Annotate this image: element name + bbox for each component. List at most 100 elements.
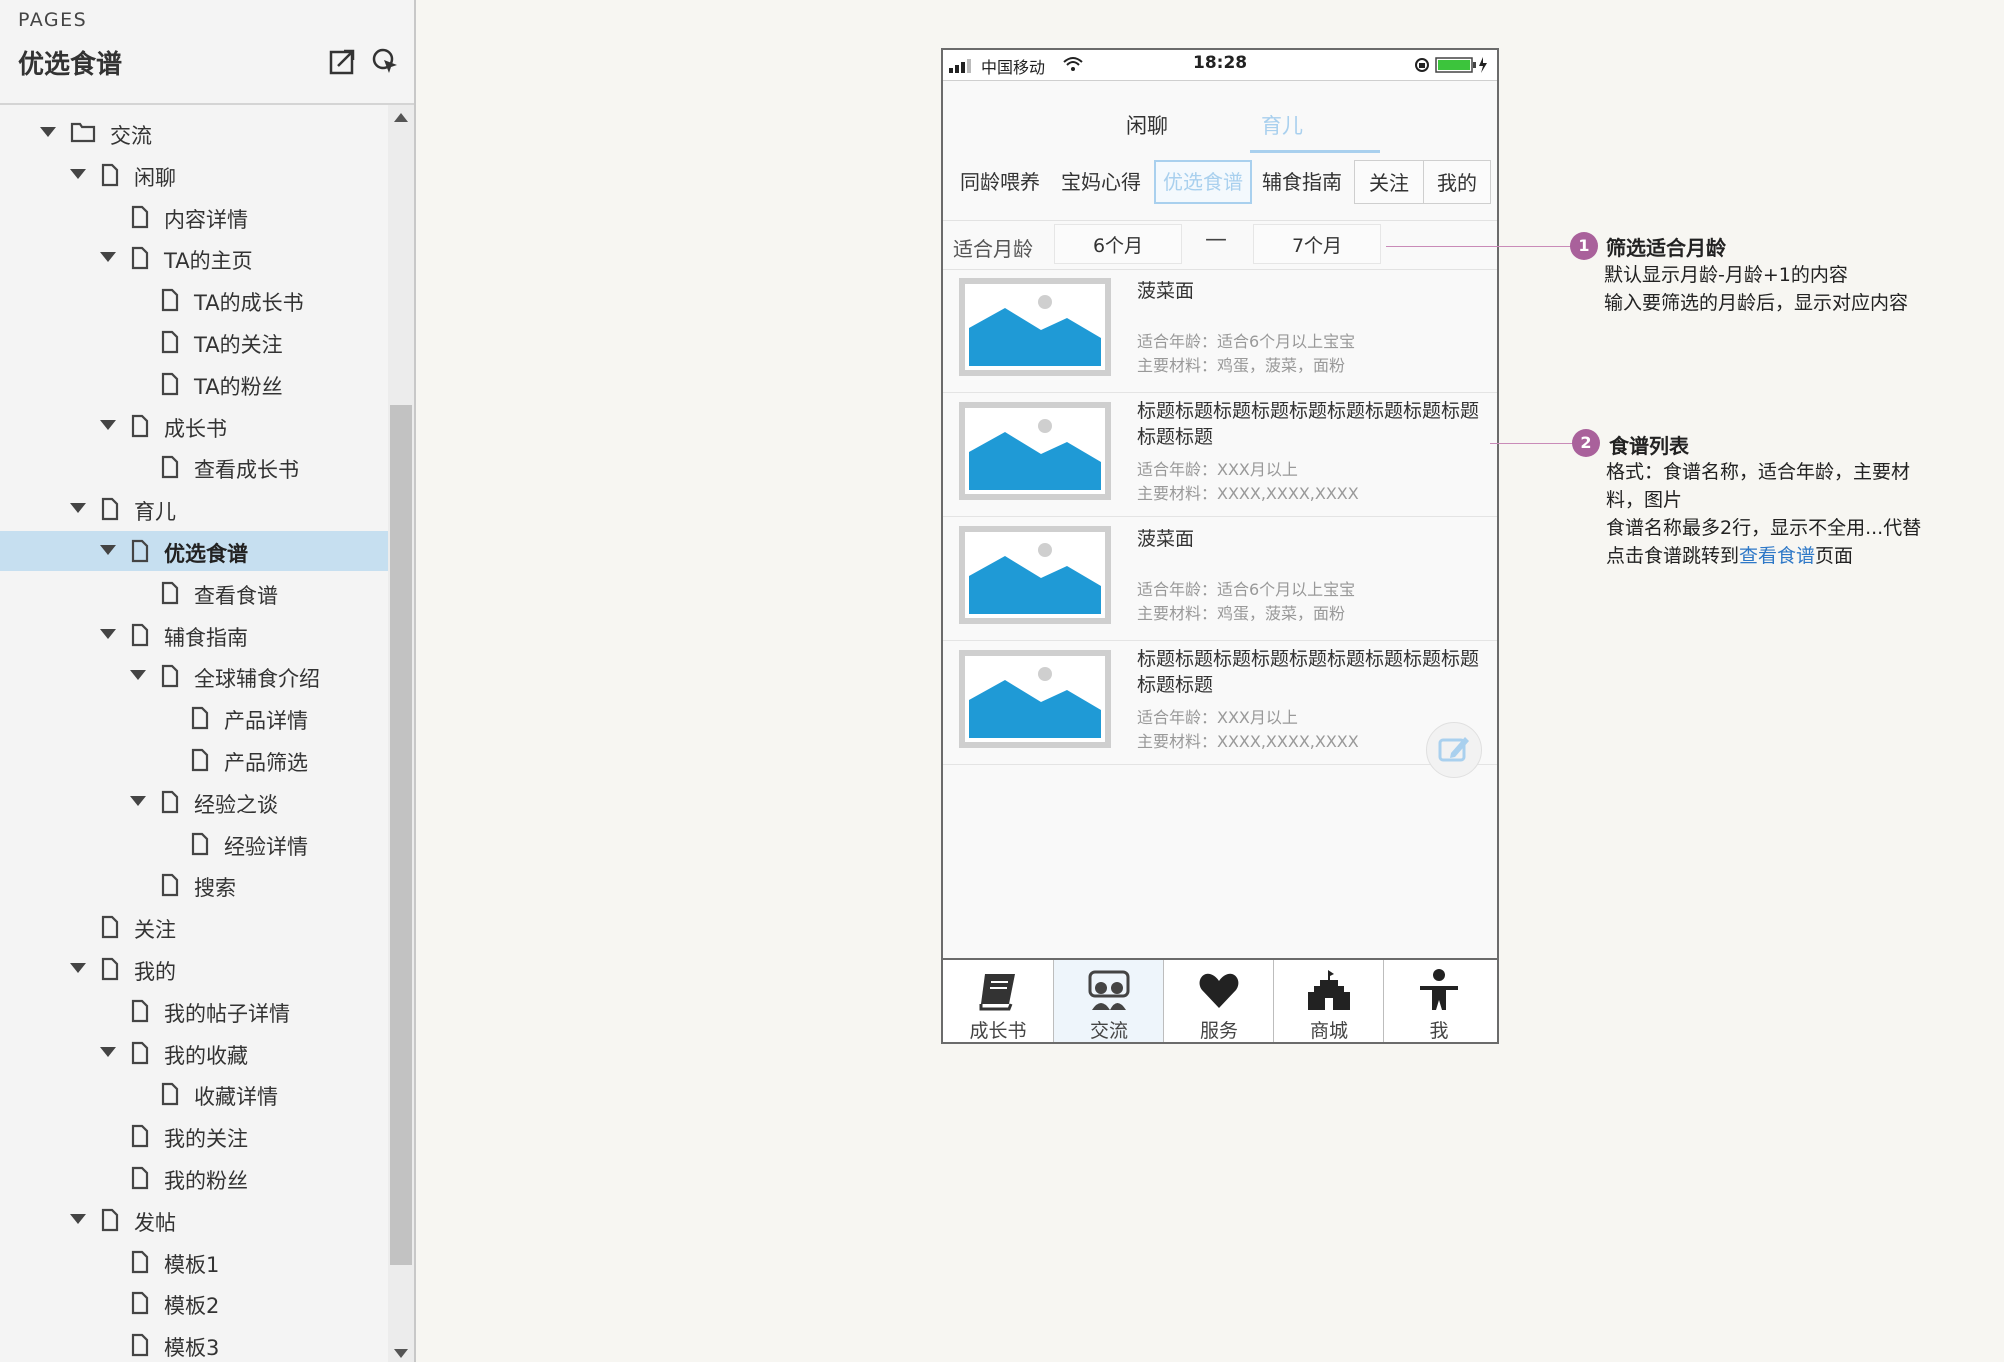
expand-caret-icon[interactable] [70, 503, 86, 514]
annotation-title: 筛选适合月龄 [1606, 236, 1726, 260]
tree-node[interactable]: 闲聊 [0, 155, 388, 195]
scroll-down-arrow-icon[interactable] [394, 1349, 408, 1358]
tree-node[interactable]: 辅食指南 [0, 615, 388, 655]
view-recipe-link[interactable]: 查看食谱 [1739, 545, 1815, 567]
tree-node[interactable]: 育儿 [0, 489, 388, 529]
scrollbar-thumb[interactable] [390, 405, 412, 1265]
subtab-follow[interactable]: 关注 [1354, 160, 1424, 204]
page-icon [160, 581, 180, 609]
tree-node[interactable]: 我的收藏 [0, 1033, 388, 1073]
age-from-input[interactable] [1054, 224, 1182, 264]
tree-node[interactable]: 模板2 [0, 1283, 388, 1323]
tree-node[interactable]: TA的粉丝 [0, 364, 388, 404]
tree-node[interactable]: 查看食谱 [0, 573, 388, 613]
tree-scrollbar[interactable] [388, 105, 414, 1362]
age-to-input[interactable] [1253, 224, 1381, 264]
recipe-item[interactable]: 标题标题标题标题标题标题标题标题标题标题标题 适合年龄：XXX月以上 主要材料：XX… [943, 640, 1497, 765]
tree-node[interactable]: 内容详情 [0, 197, 388, 237]
compose-button[interactable] [1426, 722, 1482, 778]
tree-node[interactable]: 关注 [0, 907, 388, 947]
tree-node-label: 全球辅食介绍 [194, 667, 320, 692]
page-icon [130, 1166, 150, 1194]
tree-node[interactable]: 成长书 [0, 406, 388, 446]
tree-node[interactable]: 交流 [0, 113, 388, 153]
bottom-tab-me[interactable]: 我 [1383, 960, 1493, 1042]
expand-caret-icon[interactable] [130, 795, 146, 806]
expand-caret-icon[interactable] [100, 252, 116, 263]
wifi-icon [1063, 57, 1083, 71]
book-icon [979, 974, 1015, 1011]
tree-node[interactable]: TA的关注 [0, 322, 388, 362]
tree-node[interactable]: 经验详情 [0, 824, 388, 864]
top-tab-chat[interactable]: 闲聊 [1126, 110, 1168, 140]
bottom-tab-mall[interactable]: 商城 [1273, 960, 1383, 1042]
subtab-mine[interactable]: 我的 [1423, 160, 1491, 204]
bottom-tab-community[interactable]: 交流 [1053, 960, 1163, 1042]
tree-node[interactable]: 全球辅食介绍 [0, 656, 388, 696]
bottom-tab-label: 服务 [1199, 1020, 1238, 1042]
bottom-tab-bar: 成长书 交流 服务 商城 我 [943, 958, 1497, 1042]
page-icon [130, 1124, 150, 1152]
panel-title: 优选食谱 [18, 50, 123, 80]
bottom-tab-label: 我 [1429, 1020, 1449, 1042]
status-bar: 中国移动 18:28 [943, 50, 1497, 81]
recipe-materials: 主要材料：鸡蛋，菠菜，面粉 [1137, 604, 1346, 623]
export-icon[interactable] [328, 46, 360, 78]
tree-node[interactable]: 我的关注 [0, 1116, 388, 1156]
subtab-selected-recipes[interactable]: 优选食谱 [1154, 160, 1252, 204]
expand-caret-icon[interactable] [70, 963, 86, 973]
locate-cursor-icon[interactable] [370, 46, 402, 78]
expand-caret-icon[interactable] [100, 1046, 116, 1057]
expand-caret-icon[interactable] [40, 127, 56, 137]
page-icon [160, 790, 180, 818]
tree-node[interactable]: 模板3 [0, 1325, 388, 1362]
expand-caret-icon[interactable] [70, 1213, 86, 1224]
expand-caret-icon[interactable] [130, 670, 146, 681]
expand-caret-icon[interactable] [100, 628, 116, 639]
tree-node[interactable]: 搜索 [0, 865, 388, 905]
subtab-mom-experience[interactable]: 宝妈心得 [1051, 160, 1151, 204]
recipe-age: 适合年龄：适合6个月以上宝宝 [1137, 580, 1356, 599]
tree-node[interactable]: 我的粉丝 [0, 1158, 388, 1198]
subtab-same-age-feeding[interactable]: 同龄喂养 [949, 160, 1051, 204]
bottom-tab-service[interactable]: 服务 [1163, 960, 1273, 1042]
tree-node[interactable]: 查看成长书 [0, 447, 388, 487]
tree-node[interactable]: 产品筛选 [0, 740, 388, 780]
recipe-item[interactable]: 菠菜面 适合年龄：适合6个月以上宝宝 主要材料：鸡蛋，菠菜，面粉 [943, 268, 1497, 393]
active-tab-underline [1250, 150, 1380, 153]
expand-caret-icon[interactable] [100, 545, 116, 555]
recipe-name: 标题标题标题标题标题标题标题标题标题标题标题 [1137, 648, 1480, 696]
recipe-item[interactable]: 菠菜面 适合年龄：适合6个月以上宝宝 主要材料：鸡蛋，菠菜，面粉 [943, 516, 1497, 641]
tree-node[interactable]: TA的主页 [0, 238, 388, 278]
chat-icon [1088, 970, 1130, 1010]
annotation-title: 食谱列表 [1609, 434, 1689, 458]
page-icon [100, 497, 120, 525]
tree-node[interactable]: 收藏详情 [0, 1074, 388, 1114]
tree-node[interactable]: 产品详情 [0, 698, 388, 738]
bottom-tab-growth-book[interactable]: 成长书 [943, 960, 1053, 1042]
expand-caret-icon[interactable] [100, 419, 116, 430]
annotation-connector [1386, 246, 1580, 247]
castle-icon [1308, 970, 1350, 1010]
tree-node[interactable]: 发帖 [0, 1200, 388, 1240]
tree-node-label: 成长书 [164, 416, 227, 441]
scroll-up-arrow-icon[interactable] [394, 113, 408, 122]
tree-node-label: TA的成长书 [194, 291, 304, 316]
tree-node-label: 关注 [134, 918, 176, 943]
subtab-food-guide[interactable]: 辅食指南 [1252, 160, 1352, 204]
tree-node[interactable]: TA的成长书 [0, 280, 388, 320]
tree-node[interactable]: 我的 [0, 949, 388, 989]
recipe-materials: 主要材料：XXXX,XXXX,XXXX [1137, 484, 1359, 503]
tree-node[interactable]: 优选食谱 [0, 531, 388, 571]
annotation-text: 点击食谱跳转到 [1606, 545, 1740, 567]
top-tab-parenting[interactable]: 育儿 [1261, 110, 1303, 140]
tree-node[interactable]: 我的帖子详情 [0, 991, 388, 1031]
tree-node[interactable]: 模板1 [0, 1242, 388, 1282]
range-separator: — [1205, 227, 1227, 252]
tree-node-label: 模板3 [164, 1336, 220, 1361]
recipe-name: 菠菜面 [1137, 280, 1195, 302]
expand-caret-icon[interactable] [70, 168, 86, 179]
recipe-item[interactable]: 标题标题标题标题标题标题标题标题标题标题标题 适合年龄：XXX月以上 主要材料：XX… [943, 392, 1497, 517]
rotation-lock-icon [1415, 58, 1429, 72]
tree-node[interactable]: 经验之谈 [0, 782, 388, 822]
